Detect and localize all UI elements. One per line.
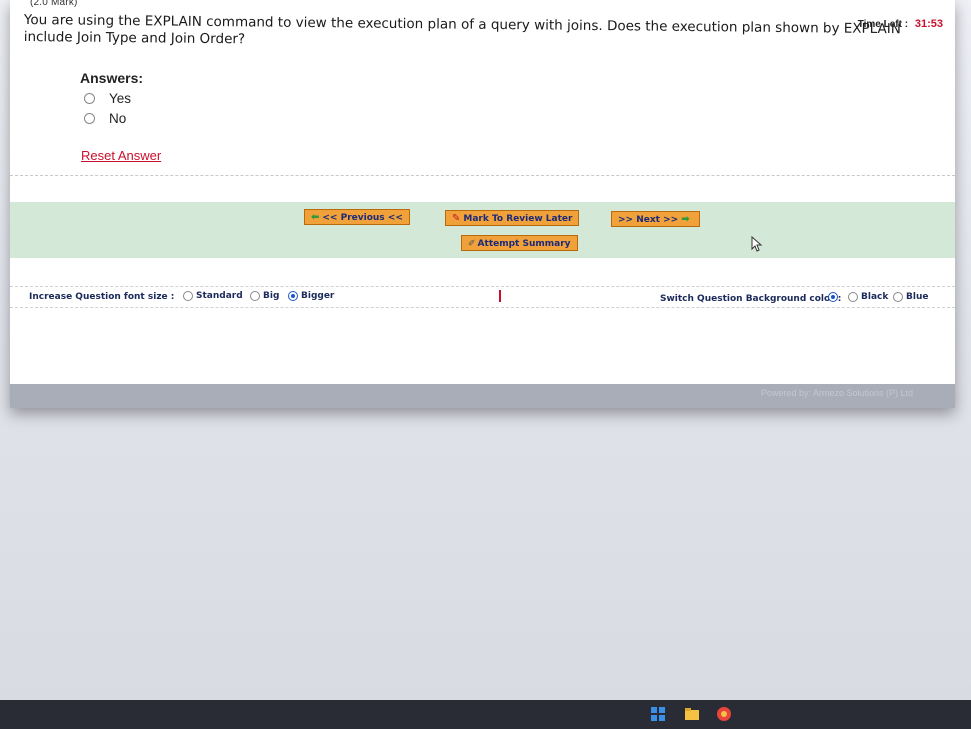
question-text: You are using the EXPLAIN command to vie… xyxy=(23,12,901,48)
font-standard-radio[interactable] xyxy=(183,291,193,301)
bg-blue-label: Blue xyxy=(906,292,929,302)
font-standard-label: Standard xyxy=(196,291,243,301)
question-area: You are using the EXPLAIN command to vie… xyxy=(10,0,955,176)
font-big-radio[interactable] xyxy=(250,291,260,301)
browser-icon[interactable] xyxy=(716,706,732,722)
forward-arrow-icon: ➡ xyxy=(681,214,690,225)
bg-option-black[interactable]: Black xyxy=(848,292,888,302)
option-yes-label: Yes xyxy=(109,91,132,106)
exam-window: (2.0 Mark) You are using the EXPLAIN com… xyxy=(10,0,955,408)
font-size-label: Increase Question font size : xyxy=(29,292,175,302)
summary-icon: ✐ xyxy=(468,239,476,249)
bg-black-radio[interactable] xyxy=(848,292,858,302)
mouse-cursor-icon xyxy=(751,236,763,252)
attempt-summary-button-label: Attempt Summary xyxy=(477,239,571,249)
option-no[interactable]: No xyxy=(84,111,126,126)
previous-button[interactable]: ⬅ << Previous << xyxy=(304,209,410,225)
bg-color-label: Switch Question Background color : xyxy=(660,294,842,304)
option-yes[interactable]: Yes xyxy=(84,91,131,106)
font-bigger-radio[interactable] xyxy=(288,291,298,301)
navigation-band: ⬅ << Previous << ✎ Mark To Review Later >>… xyxy=(10,202,955,258)
time-left: Time Left : 31:53 xyxy=(858,18,943,30)
file-explorer-icon[interactable] xyxy=(684,706,700,722)
bg-black-label: Black xyxy=(861,292,889,302)
font-option-standard[interactable]: Standard xyxy=(183,291,243,301)
settings-row: Increase Question font size : Standard B… xyxy=(10,286,955,308)
powered-by-text: Powered by: Armezo Solutions (P) Ltd xyxy=(760,388,913,398)
mark-review-button[interactable]: ✎ Mark To Review Later xyxy=(445,210,580,226)
bg-blue-radio[interactable] xyxy=(893,292,903,302)
pencil-icon: ✎ xyxy=(452,213,461,224)
previous-button-label: << Previous << xyxy=(322,213,403,223)
attempt-summary-button[interactable]: ✐ Attempt Summary xyxy=(461,235,578,251)
font-bigger-label: Bigger xyxy=(301,291,335,301)
option-no-radio[interactable] xyxy=(84,113,95,124)
mark-review-button-label: Mark To Review Later xyxy=(463,214,573,224)
taskbar xyxy=(0,700,971,729)
reset-answer-link[interactable]: Reset Answer xyxy=(81,148,161,163)
windows-start-icon[interactable] xyxy=(650,706,666,722)
bg-option-default[interactable] xyxy=(828,292,841,302)
font-option-bigger[interactable]: Bigger xyxy=(288,291,334,301)
option-yes-radio[interactable] xyxy=(84,93,95,104)
next-button-label: >> Next >> xyxy=(618,215,679,225)
font-big-label: Big xyxy=(263,291,280,301)
time-left-label: Time Left : xyxy=(857,19,909,30)
answers-label: Answers: xyxy=(80,70,144,86)
red-divider-mark xyxy=(499,290,501,302)
option-no-label: No xyxy=(109,111,127,126)
back-arrow-icon: ⬅ xyxy=(311,212,320,223)
font-option-big[interactable]: Big xyxy=(250,291,279,301)
next-button[interactable]: >> Next >> ➡ xyxy=(611,211,700,227)
bg-default-radio[interactable] xyxy=(828,292,838,302)
bg-option-blue[interactable]: Blue xyxy=(893,292,928,302)
time-left-value: 31:53 xyxy=(914,18,943,30)
